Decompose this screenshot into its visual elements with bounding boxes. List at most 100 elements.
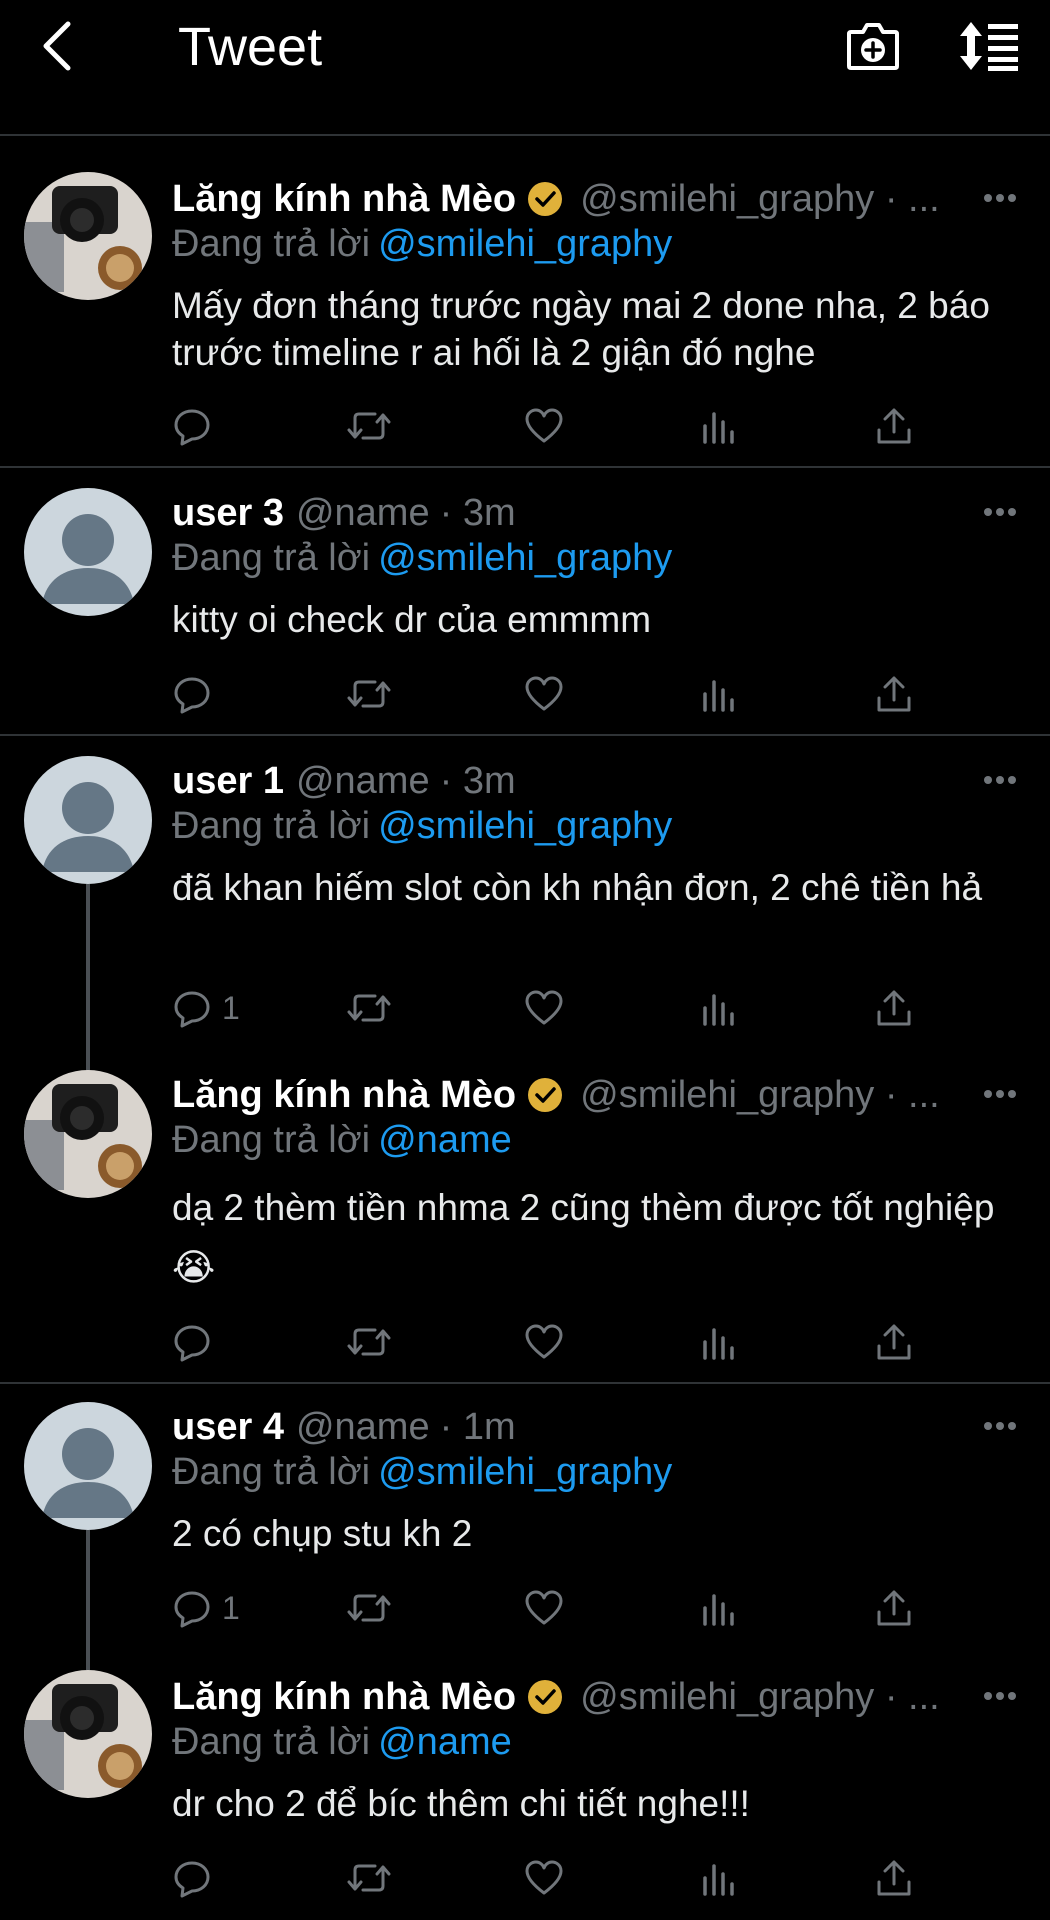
- reply-to-mention[interactable]: @smilehi_graphy: [378, 1451, 672, 1493]
- action-bar: [172, 1850, 932, 1906]
- share-button[interactable]: [876, 1314, 912, 1370]
- share-button[interactable]: [876, 666, 912, 722]
- handle[interactable]: @smilehi_graphy · ...: [580, 1074, 940, 1117]
- reply-button[interactable]: 1: [172, 980, 240, 1036]
- reply-button[interactable]: [172, 666, 222, 722]
- like-button[interactable]: [524, 398, 564, 454]
- share-button[interactable]: [876, 980, 912, 1036]
- share-button[interactable]: [876, 1850, 912, 1906]
- back-button[interactable]: [28, 14, 84, 78]
- views-button[interactable]: [702, 398, 736, 454]
- reply-button[interactable]: [172, 1314, 222, 1370]
- retweet-button[interactable]: [347, 980, 391, 1036]
- camera-photo-avatar: [24, 1670, 152, 1798]
- camera-plus-icon: [847, 23, 899, 70]
- heart-icon: [525, 990, 563, 1025]
- more-button[interactable]: [978, 490, 1022, 534]
- retweet-icon: [347, 1864, 391, 1892]
- views-button[interactable]: [702, 1580, 736, 1636]
- handle[interactable]: @smilehi_graphy · ...: [580, 178, 940, 221]
- views-icon: [703, 680, 734, 712]
- reply-to-mention[interactable]: @smilehi_graphy: [378, 805, 672, 847]
- more-button[interactable]: [978, 758, 1022, 802]
- thread-line: [86, 1530, 90, 1670]
- views-button[interactable]: [702, 666, 736, 722]
- avatar[interactable]: [24, 172, 152, 300]
- action-bar: [172, 666, 932, 722]
- display-name[interactable]: Lăng kính nhà Mèo: [172, 1074, 516, 1117]
- reply-to-mention[interactable]: @smilehi_graphy: [378, 537, 672, 579]
- action-bar: [172, 1314, 932, 1370]
- top-bar: Tweet: [0, 0, 1050, 136]
- retweet-button[interactable]: [347, 1314, 391, 1370]
- replying-to-label: Đang trả lời: [172, 537, 371, 579]
- share-icon: [877, 408, 911, 444]
- share-button[interactable]: [876, 398, 912, 454]
- verified-badge-icon: [526, 1076, 564, 1114]
- tweet-text: 2 có chụp stu kh 2: [172, 1513, 473, 1554]
- avatar[interactable]: [24, 488, 152, 616]
- camera-button[interactable]: [840, 14, 906, 78]
- like-button[interactable]: [524, 1314, 564, 1370]
- heart-icon: [525, 1590, 563, 1625]
- views-icon: [703, 1328, 734, 1360]
- reply-to-mention[interactable]: @name: [378, 1119, 512, 1161]
- share-icon: [877, 990, 911, 1026]
- display-name[interactable]: Lăng kính nhà Mèo: [172, 1676, 516, 1719]
- display-name[interactable]: user 4: [172, 1406, 284, 1449]
- heart-icon: [525, 408, 563, 443]
- retweet-button[interactable]: [347, 1850, 391, 1906]
- avatar[interactable]: [24, 756, 152, 884]
- sort-button[interactable]: [954, 14, 1024, 78]
- views-button[interactable]: [702, 1850, 736, 1906]
- avatar[interactable]: [24, 1670, 152, 1798]
- share-icon: [877, 1324, 911, 1360]
- display-name[interactable]: Lăng kính nhà Mèo: [172, 178, 516, 221]
- reply-button[interactable]: 1: [172, 1580, 240, 1636]
- reply-count: 1: [222, 1589, 240, 1626]
- avatar[interactable]: [24, 1402, 152, 1530]
- more-button[interactable]: [978, 1072, 1022, 1116]
- more-button[interactable]: [978, 1674, 1022, 1718]
- reply-button[interactable]: [172, 398, 222, 454]
- replying-to-label: Đang trả lời: [172, 1119, 371, 1161]
- reply-button[interactable]: [172, 1850, 222, 1906]
- like-button[interactable]: [524, 980, 564, 1036]
- views-icon: [703, 1594, 734, 1626]
- replying-to-label: Đang trả lời: [172, 1451, 371, 1493]
- reply-icon: [174, 1861, 210, 1898]
- share-icon: [877, 676, 911, 712]
- retweet-button[interactable]: [347, 1580, 391, 1636]
- like-button[interactable]: [524, 1850, 564, 1906]
- timestamp[interactable]: · 3m: [440, 492, 516, 535]
- reply-to-mention[interactable]: @smilehi_graphy: [378, 223, 672, 265]
- retweet-button[interactable]: [347, 666, 391, 722]
- more-icon: [984, 194, 1016, 202]
- timestamp[interactable]: · 1m: [440, 1406, 516, 1449]
- views-icon: [703, 1864, 734, 1896]
- timestamp[interactable]: · 3m: [440, 760, 516, 803]
- retweet-button[interactable]: [347, 398, 391, 454]
- views-button[interactable]: [702, 980, 736, 1036]
- reply-to-mention[interactable]: @name: [378, 1721, 512, 1763]
- handle[interactable]: @smilehi_graphy · ...: [580, 1676, 940, 1719]
- handle[interactable]: @name: [296, 492, 430, 535]
- more-button[interactable]: [978, 176, 1022, 220]
- reply-count: 1: [222, 989, 240, 1026]
- more-icon: [984, 776, 1016, 784]
- sort-icon: [960, 22, 1018, 71]
- like-button[interactable]: [524, 666, 564, 722]
- handle[interactable]: @name: [296, 760, 430, 803]
- handle[interactable]: @name: [296, 1406, 430, 1449]
- display-name[interactable]: user 1: [172, 760, 284, 803]
- more-button[interactable]: [978, 1404, 1022, 1448]
- share-button[interactable]: [876, 1580, 912, 1636]
- like-button[interactable]: [524, 1580, 564, 1636]
- avatar[interactable]: [24, 1070, 152, 1198]
- reply-icon: [174, 677, 210, 714]
- more-icon: [984, 1422, 1016, 1430]
- views-button[interactable]: [702, 1314, 736, 1370]
- display-name[interactable]: user 3: [172, 492, 284, 535]
- tweet-text: kitty oi check dr của emmmm: [172, 599, 652, 640]
- more-icon: [984, 1692, 1016, 1700]
